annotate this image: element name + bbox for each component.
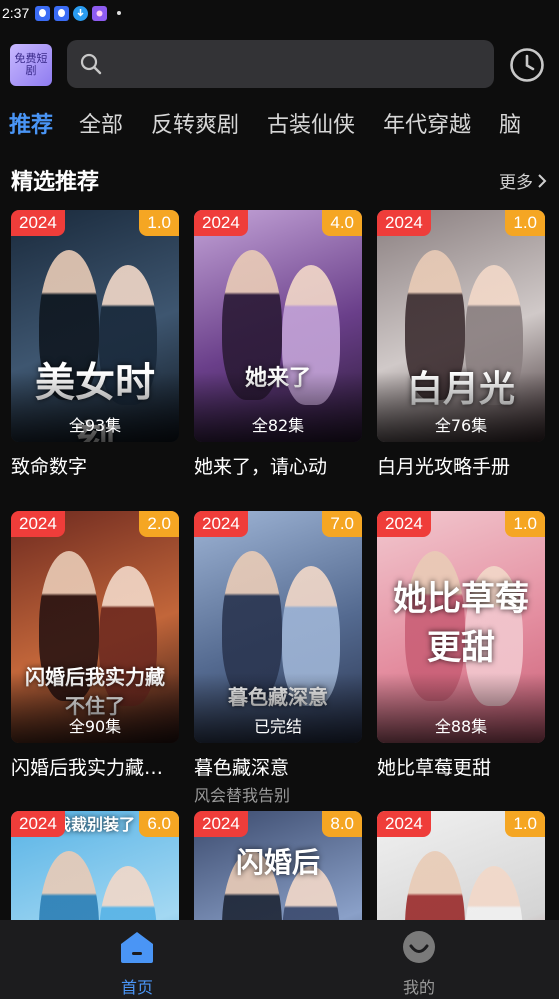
episode-count: 全88集 [434,717,488,736]
year-badge: 2024 [11,511,65,537]
qq-icon [35,5,51,21]
section-title: 精选推荐 [11,170,100,195]
drama-poster[interactable]: 她来了20244.0全82集 [194,210,362,442]
drama-title[interactable]: 她比草莓更甜 [377,753,545,780]
top-bar: 免费短剧 [0,38,559,92]
year-badge: 2024 [194,210,248,236]
status-time: 2:37 [2,5,30,21]
nav-mine-label: 我的 [402,978,435,997]
year-badge: 2024 [194,511,248,537]
drama-title[interactable]: 白月光攻略手册 [377,452,545,479]
notification-dot [117,11,122,15]
nav-mine[interactable]: 我的 [359,930,479,998]
clock-icon[interactable] [508,46,546,84]
download-icon [73,5,89,21]
drama-title[interactable]: 闪婚后我实力藏不住了 [11,753,179,780]
year-badge: 2024 [377,210,431,236]
status-bar: 2:37 [0,0,559,26]
episode-count: 全82集 [251,416,305,435]
drama-card[interactable]: 白月光20241.0全76集白月光攻略手册 [377,210,545,479]
nav-home[interactable]: 首页 [77,930,197,998]
qq-icon [54,5,70,21]
tab-partial[interactable]: 脑 [499,107,521,139]
drama-poster[interactable]: 暮色藏深意20247.0已完结 [194,511,362,743]
drama-card[interactable]: 闪婚后我实力藏不住了20242.0全90集闪婚后我实力藏不住了 [11,511,179,780]
home-icon [121,932,153,963]
poster-title-art: 她比草莓更甜 [393,579,529,668]
more-label: 更多 [499,173,533,193]
year-badge: 2024 [377,811,431,837]
tab-era-timetravel[interactable]: 年代穿越 [383,107,471,139]
nav-home-label: 首页 [120,978,153,997]
score-badge: 8.0 [322,811,362,837]
year-badge: 2024 [377,511,431,537]
drama-poster[interactable]: 她比草莓更甜 2024 1.0 全88集 [377,511,545,743]
year-badge: 2024 [194,811,248,837]
episode-count: 全76集 [434,416,488,435]
score-badge: 1.0 [505,210,545,236]
tab-costume-fantasy[interactable]: 古装仙侠 [267,107,355,139]
poster-title-art: 闪婚后 [235,846,320,879]
search-icon [80,53,102,75]
score-badge: 2.0 [139,511,179,537]
profile-face-icon [403,931,435,963]
drama-card[interactable]: 暮色藏深意20247.0已完结暮色藏深意风会替我告别 [194,511,362,806]
search-input[interactable] [67,40,494,88]
score-badge: 1.0 [505,511,545,537]
year-badge: 2024 [11,811,65,837]
photos-icon [92,5,108,21]
drama-title[interactable]: 暮色藏深意 [194,753,362,780]
section-header: 精选推荐 更多 [0,160,559,200]
chevron-right-icon [538,173,547,188]
category-tabs: 推荐 全部 反转爽剧 古装仙侠 年代穿越 脑 [0,98,559,148]
score-badge: 1.0 [505,811,545,837]
drama-poster[interactable]: 美女时刻20241.0全93集 [11,210,179,442]
tab-reversal[interactable]: 反转爽剧 [151,107,239,139]
app-root: 2:37 免费短剧 推荐 全部 反转爽剧 古装仙侠 年代穿越 脑 精选推荐 更多… [0,0,559,999]
drama-card[interactable]: 美女时刻20241.0全93集致命数字 [11,210,179,479]
drama-title[interactable]: 她来了，请心动 [194,452,362,479]
app-logo[interactable]: 免费短剧 [10,44,52,86]
drama-poster[interactable]: 闪婚后我实力藏不住了20242.0全90集 [11,511,179,743]
tab-all[interactable]: 全部 [79,107,123,139]
score-badge: 7.0 [322,511,362,537]
score-badge: 6.0 [139,811,179,837]
year-badge: 2024 [11,210,65,236]
drama-card[interactable]: 她来了20244.0全82集她来了，请心动 [194,210,362,479]
bottom-nav: 首页 我的 [0,920,559,999]
more-button[interactable]: 更多 [499,168,547,193]
score-badge: 1.0 [139,210,179,236]
drama-poster[interactable]: 白月光20241.0全76集 [377,210,545,442]
episode-count: 全90集 [68,717,122,736]
drama-title[interactable]: 致命数字 [11,452,179,479]
drama-card[interactable]: 她比草莓更甜 2024 1.0 全88集 她比草莓更甜 [377,511,545,780]
episode-count: 全93集 [68,416,122,435]
episode-count: 已完结 [253,717,302,736]
score-badge: 4.0 [322,210,362,236]
tab-recommend[interactable]: 推荐 [9,107,53,139]
drama-subtitle: 风会替我告别 [194,786,291,805]
